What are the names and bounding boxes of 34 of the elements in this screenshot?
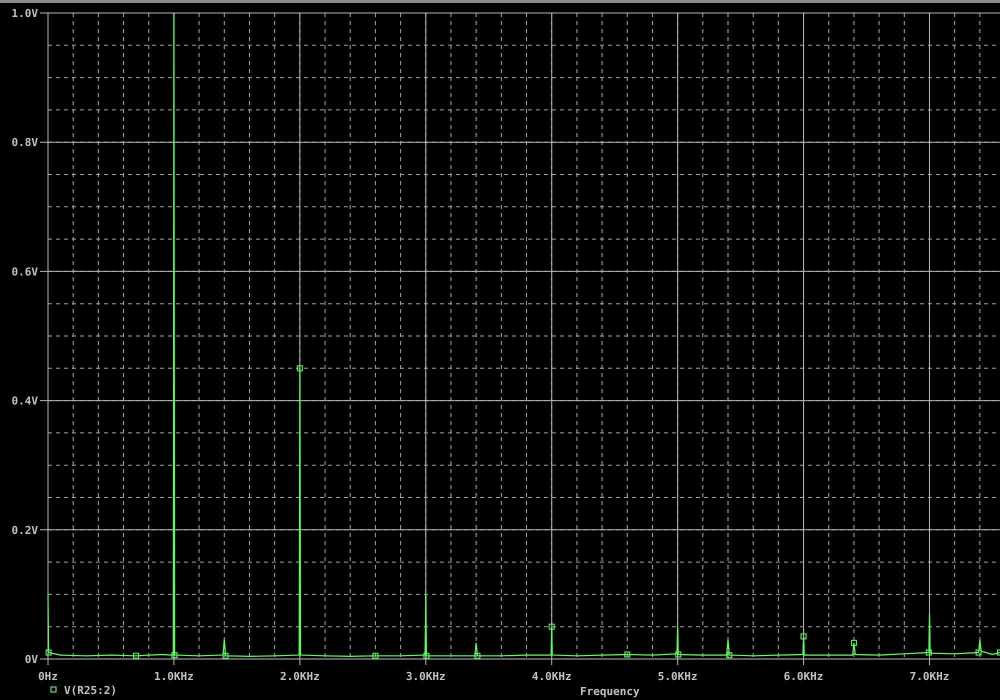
trace-marker [850,640,857,646]
trace-marker [172,652,178,658]
trace-marker [624,651,630,658]
trace-marker [675,651,682,658]
x-tick-label: 4.0KHz [532,670,572,683]
x-tick-label: 2.0KHz [280,670,320,683]
y-tick-label: 0.2V [12,524,38,537]
trace-marker [726,652,732,658]
legend-label: V(R25:2) [64,684,117,697]
trace-marker [222,652,229,659]
trace-marker [800,633,807,640]
y-tick-label: 0.6V [12,265,38,278]
trace-marker [976,650,982,656]
y-tick-label: 0.8V [12,136,38,150]
trace-marker [296,365,303,372]
trace-marker [133,652,140,659]
trace-marker [926,650,932,656]
x-tick-label: 6.0KHz [784,670,824,683]
trace-marker [423,652,430,659]
y-tick-label: 1.0V [12,7,38,20]
x-tick-label: 7.0KHz [910,670,950,683]
trace-marker [997,650,1000,656]
y-tick-label: 0.4V [12,394,38,408]
y-tick-label: 0V [24,653,38,666]
trace-marker [474,652,480,659]
x-axis-title: Frequency [580,685,640,698]
x-tick-label: 0Hz [38,670,58,683]
x-tick-label: 1.0KHz [154,670,194,683]
trace-marker [372,652,378,659]
legend-marker [50,686,56,692]
x-tick-label: 3.0KHz [406,670,446,683]
trace-marker [548,624,555,630]
trace-marker [46,650,52,656]
x-tick-label: 5.0KHz [658,670,698,683]
